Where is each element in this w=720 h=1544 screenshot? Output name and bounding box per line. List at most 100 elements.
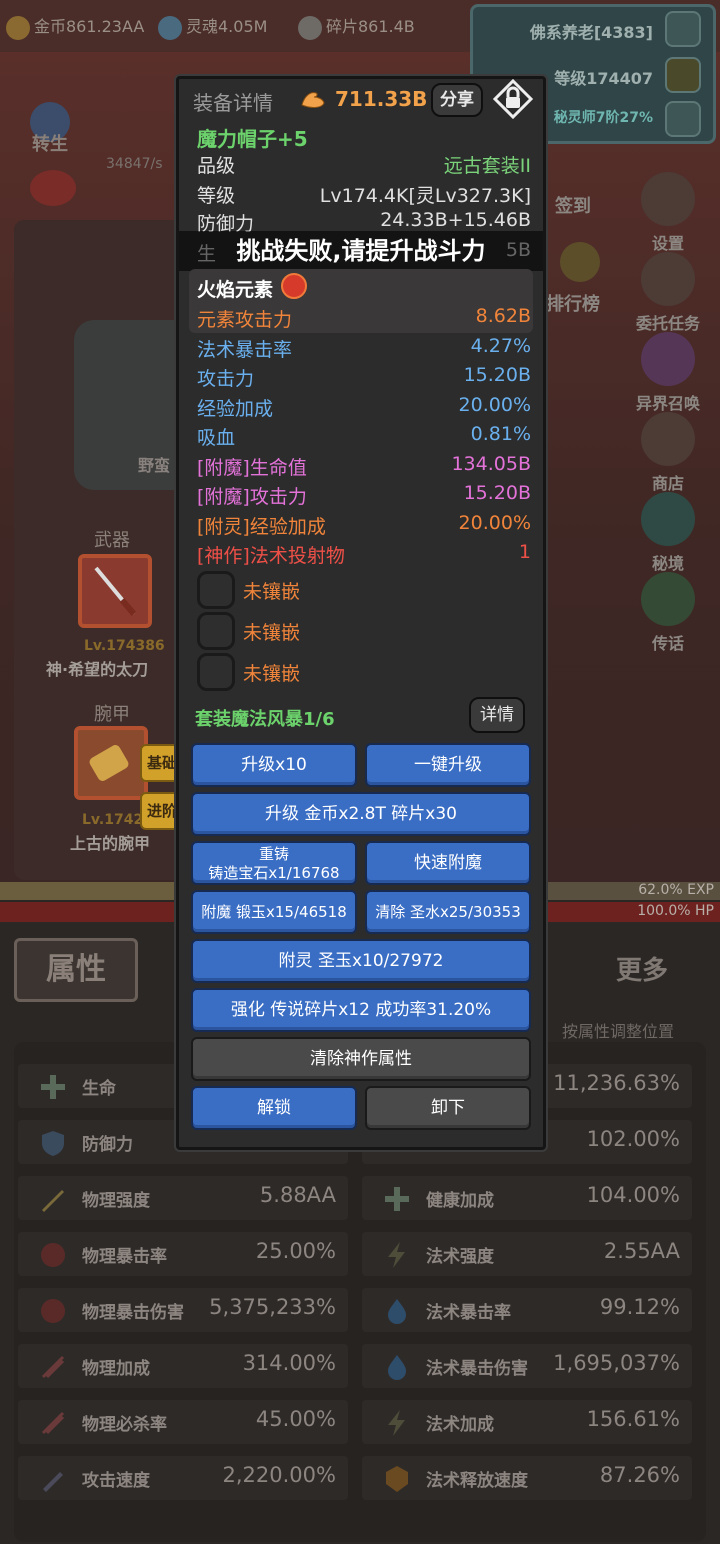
message-button[interactable]: 传话: [628, 572, 708, 654]
flame-icon: [388, 1299, 406, 1324]
flame-icon: [388, 1355, 406, 1380]
attribute-value: 1: [518, 541, 531, 563]
defense-value: 24.33B+15.46B: [380, 209, 531, 231]
shop-label: 商店: [651, 474, 684, 493]
lock-button[interactable]: [492, 78, 534, 120]
meat-icon[interactable]: [30, 170, 76, 206]
weapon-label: 武器: [94, 530, 130, 551]
shard-resource: 碎片861.4B: [298, 13, 415, 40]
stat-name: 生命: [82, 1079, 116, 1099]
claw-icon: [41, 1299, 65, 1323]
stat-name: 物理暴击率: [82, 1247, 167, 1267]
shop-icon: [641, 412, 695, 466]
attribute-value: 4.27%: [470, 335, 531, 357]
socket-label: 未镶嵌: [243, 663, 301, 685]
sort-hint[interactable]: 按属性调整位置: [562, 1018, 674, 1042]
level-value: Lv174.4K[灵Lv327.3K]: [319, 185, 531, 207]
katana-icon: [94, 566, 137, 616]
summon-button[interactable]: 异界召唤: [628, 332, 708, 414]
unequip-button[interactable]: 卸下: [365, 1086, 531, 1130]
unlock-button[interactable]: 解锁: [191, 1086, 357, 1130]
weapon-slot[interactable]: [78, 554, 152, 628]
stat-value: 102.00%: [586, 1127, 680, 1151]
level-label: 等级: [197, 185, 236, 207]
stat-name: 物理暴击伤害: [82, 1303, 184, 1323]
tab-attributes[interactable]: 属性: [14, 938, 138, 1002]
summon-label: 异界召唤: [635, 394, 700, 413]
upgrade-cost-button[interactable]: 升级 金币x2.8T 碎片x30: [191, 792, 531, 836]
enchant-button[interactable]: 附魔 锻玉x15/46518: [191, 890, 357, 934]
clear-divine-button[interactable]: 清除神作属性: [191, 1037, 531, 1081]
stat-value: 156.61%: [586, 1407, 680, 1431]
stat-row: 法术释放速度 87.26%: [362, 1456, 692, 1500]
shop-button[interactable]: 商店: [628, 412, 708, 494]
spirit-button[interactable]: 附灵 圣玉x10/27972: [191, 939, 531, 983]
fire-element-icon: [281, 273, 307, 299]
attribute-row: 经验加成 20.00%: [197, 394, 531, 421]
stat-row: 法术暴击率 99.12%: [362, 1288, 692, 1332]
stat-value: 11,236.63%: [553, 1071, 680, 1095]
attribute-row: [附魔]攻击力 15.20B: [197, 482, 531, 509]
settings-label: 设置: [651, 234, 684, 253]
quick-enchant-button[interactable]: 快速附魔: [365, 841, 531, 885]
stat-name: 物理必杀率: [82, 1415, 167, 1435]
message-label: 传话: [651, 634, 684, 653]
lock-icon: [492, 78, 534, 120]
stat-value: 45.00%: [255, 1407, 336, 1431]
weapon-level: Lv.174386: [84, 638, 165, 654]
shield-icon: [42, 1131, 64, 1156]
tab-more[interactable]: 更多: [616, 950, 668, 987]
ranking-label: 排行榜: [546, 294, 600, 315]
badge-icon: [386, 1466, 408, 1492]
player-avatar-icon: [665, 11, 701, 47]
attribute-name: [神作]法术投射物: [197, 545, 345, 567]
stat-name: 健康加成: [426, 1191, 494, 1211]
stat-row: 健康加成 104.00%: [362, 1176, 692, 1220]
realm-button[interactable]: 秘境: [628, 492, 708, 574]
clear-enchant-button[interactable]: 清除 圣水x25/30353: [365, 890, 531, 934]
set-detail-button[interactable]: 详情: [469, 697, 525, 733]
quality-value: 远古套装II: [443, 155, 531, 177]
quest-button[interactable]: 委托任务: [628, 252, 708, 334]
attribute-value: 20.00%: [458, 394, 531, 416]
stat-row: 法术强度 2.55AA: [362, 1232, 692, 1276]
gem-socket[interactable]: [197, 653, 235, 691]
strengthen-button[interactable]: 强化 传说碎片x12 成功率31.20%: [191, 988, 531, 1032]
stat-name: 法术释放速度: [426, 1471, 528, 1491]
combat-power: 711.33B: [335, 87, 428, 111]
bracer-level: Lv.1742: [82, 812, 144, 828]
shard-amount: 碎片861.4B: [326, 17, 415, 36]
one-key-upgrade-button[interactable]: 一键升级: [365, 743, 531, 787]
attribute-row: 元素攻击力 8.62B: [197, 305, 531, 332]
bracer-icon: [89, 745, 129, 781]
stat-value: 5,375,233%: [209, 1295, 336, 1319]
claw-icon: [41, 1243, 65, 1267]
stat-value: 87.26%: [599, 1463, 680, 1487]
attribute-row: 攻击力 15.20B: [197, 364, 531, 391]
cross-icon: [41, 1075, 65, 1099]
upgrade-x10-button[interactable]: 升级x10: [191, 743, 357, 787]
challenge-failed-toast: 挑战失败,请提升战斗力: [179, 231, 543, 271]
bracer-slot[interactable]: [74, 726, 148, 800]
stat-value: 25.00%: [255, 1239, 336, 1263]
checkin-label: 签到: [555, 196, 591, 217]
attribute-value: 134.05B: [451, 453, 531, 475]
gold-resource: 金币861.23AA: [6, 13, 144, 40]
attribute-name: 吸血: [197, 427, 236, 449]
stat-row: 物理暴击伤害 5,375,233%: [18, 1288, 348, 1332]
realm-icon: [641, 492, 695, 546]
slash-icon: [41, 1411, 65, 1435]
trophy-icon[interactable]: [560, 242, 600, 282]
quality-label: 品级: [197, 155, 236, 177]
rebirth-label[interactable]: 转生: [32, 130, 68, 156]
gem-socket[interactable]: [197, 612, 235, 650]
stat-value: 314.00%: [242, 1351, 336, 1375]
gem-socket[interactable]: [197, 571, 235, 609]
dialog-title: 装备详情: [193, 91, 273, 115]
settings-button[interactable]: 设置: [628, 172, 708, 254]
stat-row: 攻击速度 2,220.00%: [18, 1456, 348, 1500]
equipment-detail-dialog: 装备详情 711.33B 分享 魔力帽子+5 品级 远古套装II 等级 Lv174.…: [176, 76, 546, 1150]
reforge-button[interactable]: 重铸 铸造宝石x1/16768: [191, 841, 357, 885]
weapon-name: 神·希望的太刀: [46, 660, 149, 679]
share-button[interactable]: 分享: [431, 83, 483, 117]
